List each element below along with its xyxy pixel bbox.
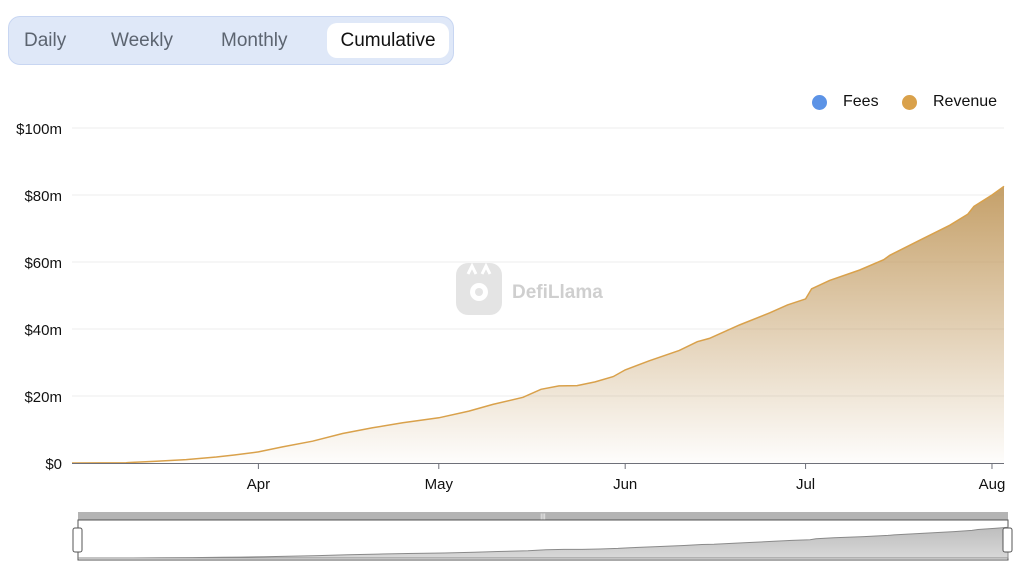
slider-handle-right[interactable]: [1002, 527, 1013, 553]
zoom-slider[interactable]: |||: [72, 512, 1013, 561]
slider-track[interactable]: [78, 512, 1008, 520]
y-tick-label: $80m: [24, 188, 62, 205]
y-axis-labels: $0 $20m $40m $60m $80m $100m: [16, 121, 62, 473]
x-tick-label: Aug: [979, 476, 1006, 493]
legend-dot-revenue: [902, 94, 917, 110]
y-tick-label: $100m: [16, 121, 62, 138]
x-tick-label: Jun: [613, 476, 637, 493]
grid-lines: [72, 127, 1004, 397]
x-tick-label: Jul: [796, 476, 815, 493]
x-tick-label: Apr: [247, 476, 270, 493]
y-tick-label: $20m: [24, 389, 62, 406]
tab-weekly[interactable]: Weekly: [111, 17, 173, 64]
slider-handle-left[interactable]: [72, 527, 83, 553]
tab-cumulative[interactable]: Cumulative: [327, 23, 449, 58]
tab-monthly[interactable]: Monthly: [221, 17, 288, 64]
y-tick-label: $40m: [24, 322, 62, 339]
y-tick-label: $60m: [24, 255, 62, 272]
legend-item-fees[interactable]: Fees: [812, 92, 879, 112]
chart-mode-tabs: Daily Weekly Monthly Cumulative: [8, 16, 454, 65]
slider-preview-area: [78, 526, 1009, 559]
legend-item-revenue[interactable]: Revenue: [902, 92, 997, 112]
y-tick-label: $0: [45, 456, 62, 473]
tab-daily[interactable]: Daily: [24, 17, 66, 64]
revenue-chart: $0 $20m $40m $60m $80m $100m DefiLlama Apr May…: [16, 121, 1013, 561]
legend-label-fees: Fees: [843, 93, 879, 110]
watermark: DefiLlama: [456, 262, 603, 315]
revenue-area: [72, 186, 1004, 464]
llama-logo-icon: [456, 263, 502, 315]
legend-dot-fees: [812, 94, 827, 110]
x-axis-labels: Apr May Jun Jul Aug: [247, 464, 1006, 493]
x-tick-label: May: [425, 476, 454, 493]
slider-grip-icon[interactable]: |||: [540, 514, 546, 521]
legend-label-revenue: Revenue: [933, 93, 998, 110]
watermark-text: DefiLlama: [512, 282, 603, 303]
slider-window[interactable]: [77, 519, 1009, 561]
revenue-line: [71, 185, 1005, 464]
